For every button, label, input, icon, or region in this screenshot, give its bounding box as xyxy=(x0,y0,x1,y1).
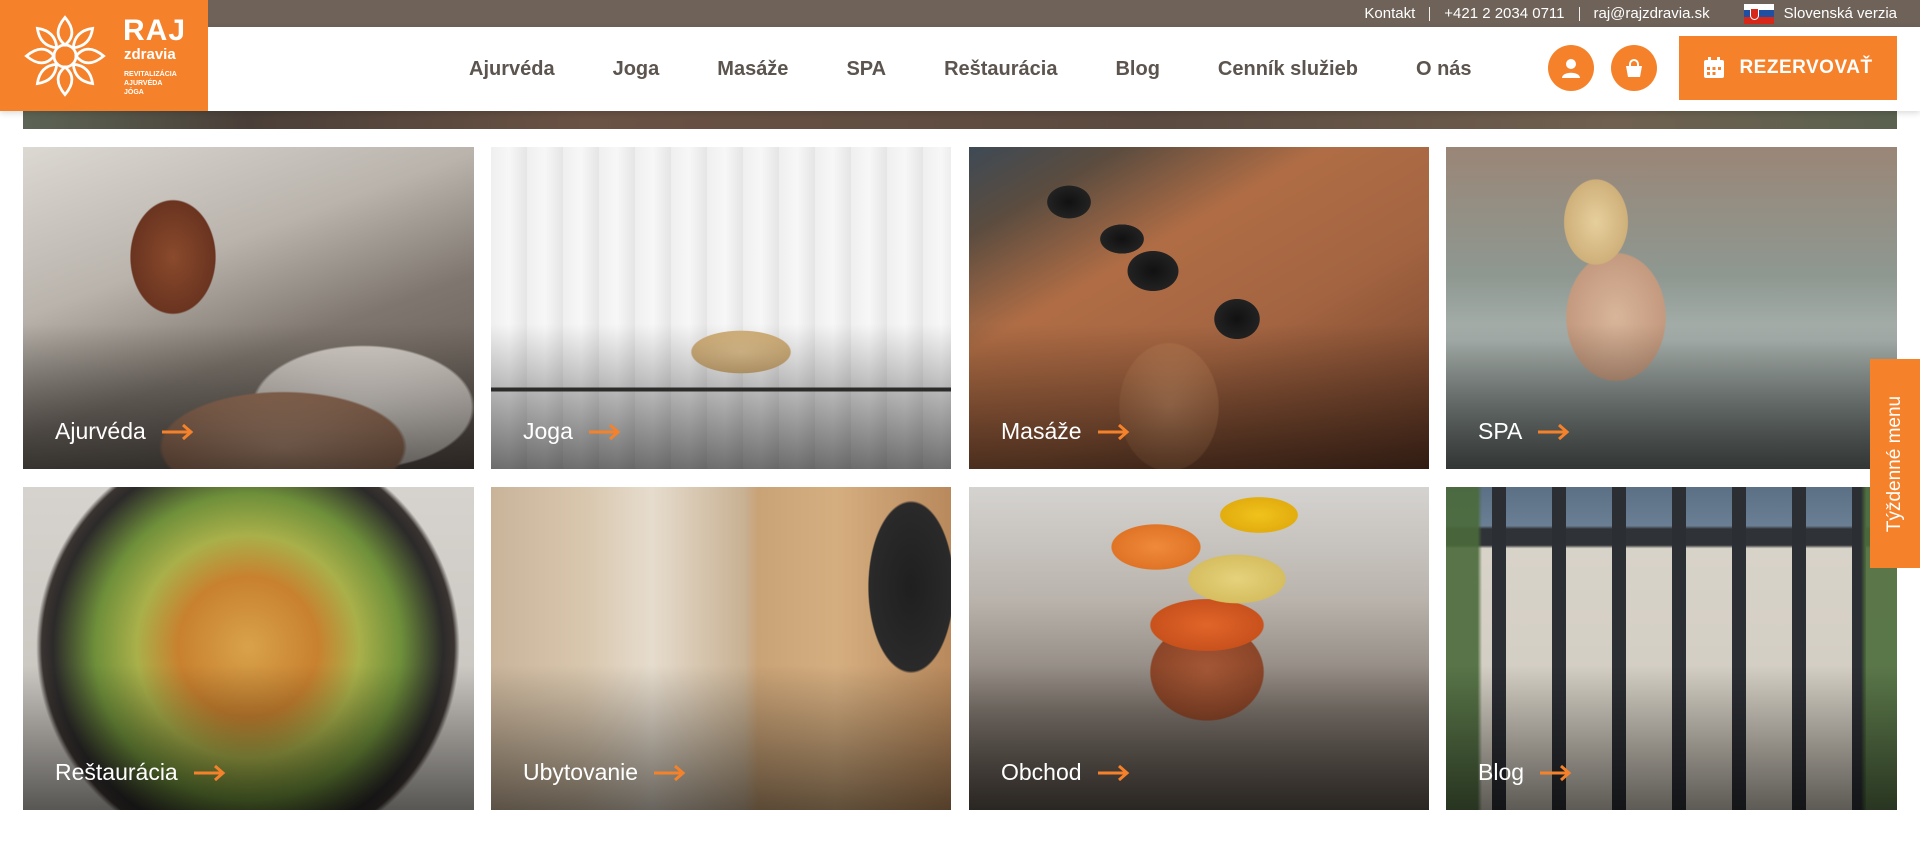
slovak-flag-icon xyxy=(1743,3,1774,24)
main-header: Ajurvéda Joga Masáže SPA Reštaurácia Blo… xyxy=(0,27,1920,111)
calendar-icon xyxy=(1704,57,1725,78)
reserve-label: REZERVOVAŤ xyxy=(1739,57,1873,78)
account-button[interactable] xyxy=(1548,45,1594,91)
hero-image-edge xyxy=(23,111,1897,129)
arrow-right-icon xyxy=(1097,423,1129,440)
logo-brand-zdravia: zdravia xyxy=(124,46,176,63)
tile-obchod[interactable]: Obchod xyxy=(969,487,1429,810)
main-nav: Ajurvéda Joga Masáže SPA Reštaurácia Blo… xyxy=(440,27,1501,111)
tile-ubytovanie[interactable]: Ubytovanie xyxy=(491,487,951,810)
nav-item-blog[interactable]: Blog xyxy=(1115,58,1159,81)
language-label: Slovenská verzia xyxy=(1783,5,1897,22)
tile-joga[interactable]: Joga xyxy=(491,147,951,469)
tile-label: Ubytovanie xyxy=(523,759,686,786)
contact-link[interactable]: Kontakt xyxy=(1350,5,1429,22)
language-switcher[interactable]: Slovenská verzia xyxy=(1724,3,1897,24)
reserve-button[interactable]: REZERVOVAŤ xyxy=(1679,36,1897,100)
arrow-right-icon xyxy=(588,423,621,440)
tile-blog[interactable]: Blog xyxy=(1446,487,1897,810)
nav-item-cennik[interactable]: Cenník služieb xyxy=(1218,58,1358,81)
tile-spa[interactable]: SPA xyxy=(1446,147,1897,469)
shopping-bag-icon xyxy=(1626,59,1642,77)
tile-restauracia[interactable]: Reštaurácia xyxy=(23,487,474,810)
site-logo[interactable]: RAJ zdravia REVITALIZÁCIA AJURVÉDA JÓGA xyxy=(0,0,208,111)
nav-item-restauracia[interactable]: Reštaurácia xyxy=(944,58,1057,81)
arrow-right-icon xyxy=(654,764,686,781)
tile-masaze[interactable]: Masáže xyxy=(969,147,1429,469)
tile-label: Obchod xyxy=(1001,759,1130,786)
cart-button[interactable] xyxy=(1611,45,1657,91)
arrow-right-icon xyxy=(1540,764,1572,781)
tile-label: Joga xyxy=(523,418,621,445)
tile-label: Blog xyxy=(1478,759,1572,786)
nav-item-masaze[interactable]: Masáže xyxy=(717,58,788,81)
mandala-logo-icon xyxy=(24,15,106,97)
tile-ajurveda[interactable]: Ajurvéda xyxy=(23,147,474,469)
weekly-menu-label: Týždenné menu xyxy=(1884,395,1905,532)
tile-label: Masáže xyxy=(1001,418,1130,445)
logo-brand-raj: RAJ xyxy=(123,14,187,47)
arrow-right-icon xyxy=(1097,764,1129,781)
nav-item-o-nas[interactable]: O nás xyxy=(1416,58,1472,81)
email-link[interactable]: raj@rajzdravia.sk xyxy=(1580,5,1724,22)
phone-link[interactable]: +421 2 2034 0711 xyxy=(1430,5,1578,22)
divider xyxy=(1429,6,1431,21)
tile-label: Reštaurácia xyxy=(55,759,226,786)
tile-label: SPA xyxy=(1478,418,1570,445)
tile-label: Ajurvéda xyxy=(55,418,194,445)
divider xyxy=(1578,6,1580,21)
top-utility-bar: Kontakt +421 2 2034 0711 raj@rajzdravia.… xyxy=(0,0,1920,27)
arrow-right-icon xyxy=(1538,423,1570,440)
arrow-right-icon xyxy=(193,764,226,781)
nav-item-spa[interactable]: SPA xyxy=(846,58,886,81)
nav-item-joga[interactable]: Joga xyxy=(613,58,660,81)
logo-tagline: REVITALIZÁCIA AJURVÉDA JÓGA xyxy=(124,71,177,96)
weekly-menu-tab[interactable]: Týždenné menu xyxy=(1870,359,1920,568)
arrow-right-icon xyxy=(161,423,194,440)
user-icon xyxy=(1562,59,1580,78)
nav-item-ajurveda[interactable]: Ajurvéda xyxy=(469,58,555,81)
